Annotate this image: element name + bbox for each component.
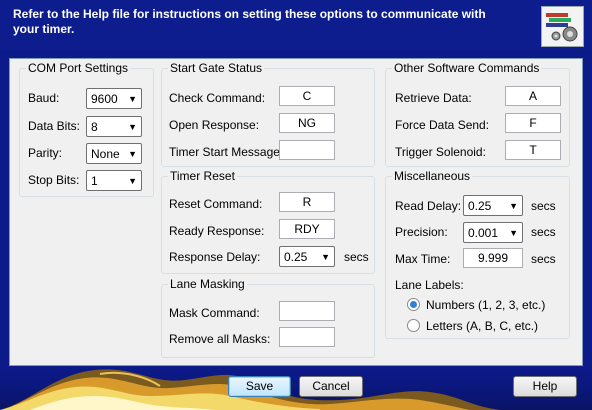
trigger-solenoid-label: Trigger Solenoid: xyxy=(395,145,486,159)
open-response-label: Open Response: xyxy=(169,118,260,132)
lane-labels-label: Lane Labels: xyxy=(395,278,464,292)
data-bits-value: 8 xyxy=(91,120,98,134)
start-gate-group: Start Gate Status Check Command: C Open … xyxy=(161,61,375,167)
ready-response-label: Ready Response: xyxy=(169,224,265,238)
response-delay-unit: secs xyxy=(344,250,369,264)
com-port-group: COM Port Settings Baud: 9600 ▼ Data Bits… xyxy=(19,61,154,197)
precision-label: Precision: xyxy=(395,225,448,239)
letters-radio[interactable] xyxy=(407,319,420,332)
ready-response-input[interactable]: RDY xyxy=(279,219,335,239)
response-delay-value: 0.25 xyxy=(284,250,308,264)
chevron-down-icon: ▼ xyxy=(509,201,518,211)
chevron-down-icon: ▼ xyxy=(509,228,518,238)
parity-value: None xyxy=(91,147,120,161)
trigger-solenoid-input[interactable]: T xyxy=(505,140,561,160)
cancel-button[interactable]: Cancel xyxy=(299,376,363,397)
stop-bits-value: 1 xyxy=(91,174,98,188)
response-delay-label: Response Delay: xyxy=(169,250,261,264)
other-commands-title: Other Software Commands xyxy=(392,61,542,75)
chevron-down-icon: ▼ xyxy=(128,94,137,104)
data-bits-select[interactable]: 8 ▼ xyxy=(86,116,142,137)
precision-unit: secs xyxy=(531,225,556,239)
baud-value: 9600 xyxy=(91,92,118,106)
timer-start-label: Timer Start Message: xyxy=(169,145,284,159)
radio-selected-dot xyxy=(410,301,417,308)
max-time-label: Max Time: xyxy=(395,252,451,266)
stop-bits-select[interactable]: 1 ▼ xyxy=(86,170,142,191)
other-commands-group: Other Software Commands Retrieve Data: A… xyxy=(385,61,570,167)
read-delay-value: 0.25 xyxy=(468,199,492,213)
timer-reset-group: Timer Reset Reset Command: R Ready Respo… xyxy=(161,169,375,274)
stop-bits-label: Stop Bits: xyxy=(28,173,80,187)
open-response-input[interactable]: NG xyxy=(279,113,335,133)
timer-start-input[interactable] xyxy=(279,140,335,160)
check-command-label: Check Command: xyxy=(169,91,266,105)
timer-settings-window: Refer to the Help file for instructions … xyxy=(0,0,592,410)
read-delay-label: Read Delay: xyxy=(395,199,462,213)
retrieve-data-input[interactable]: A xyxy=(505,86,561,106)
max-time-unit: secs xyxy=(531,252,556,266)
baud-label: Baud: xyxy=(28,91,60,105)
mask-command-input[interactable] xyxy=(279,301,335,321)
chevron-down-icon: ▼ xyxy=(128,149,137,159)
precision-select[interactable]: 0.001 ▼ xyxy=(463,222,523,243)
baud-select[interactable]: 9600 ▼ xyxy=(86,88,142,109)
com-port-title: COM Port Settings xyxy=(26,61,131,75)
lane-masking-title: Lane Masking xyxy=(168,277,247,291)
parity-label: Parity: xyxy=(28,146,63,160)
chevron-down-icon: ▼ xyxy=(128,122,137,132)
help-button[interactable]: Help xyxy=(513,376,577,397)
timer-settings-icon xyxy=(541,6,584,47)
numbers-option-label[interactable]: Numbers (1, 2, 3, etc.) xyxy=(426,298,545,312)
retrieve-data-label: Retrieve Data: xyxy=(395,91,472,105)
start-gate-title: Start Gate Status xyxy=(168,61,265,75)
instructions-text: Refer to the Help file for instructions … xyxy=(13,7,486,36)
letters-option-label[interactable]: Letters (A, B, C, etc.) xyxy=(426,319,538,333)
remove-masks-label: Remove all Masks: xyxy=(169,332,271,346)
read-delay-unit: secs xyxy=(531,199,556,213)
data-bits-label: Data Bits: xyxy=(28,119,81,133)
precision-value: 0.001 xyxy=(468,226,499,240)
chevron-down-icon: ▼ xyxy=(321,252,330,262)
numbers-radio[interactable] xyxy=(407,298,420,311)
force-send-input[interactable]: F xyxy=(505,113,561,133)
button-bar: Save Cancel Help xyxy=(0,366,592,410)
parity-select[interactable]: None ▼ xyxy=(86,143,142,164)
mask-command-label: Mask Command: xyxy=(169,306,260,320)
chevron-down-icon: ▼ xyxy=(128,176,137,186)
force-send-label: Force Data Send: xyxy=(395,118,490,132)
reset-command-label: Reset Command: xyxy=(169,197,263,211)
timer-reset-title: Timer Reset xyxy=(168,169,237,183)
settings-panel: COM Port Settings Baud: 9600 ▼ Data Bits… xyxy=(9,58,583,366)
remove-masks-input[interactable] xyxy=(279,327,335,347)
lane-masking-group: Lane Masking Mask Command: Remove all Ma… xyxy=(161,277,375,358)
flames-decoration xyxy=(0,369,500,410)
response-delay-select[interactable]: 0.25 ▼ xyxy=(279,246,335,267)
reset-command-input[interactable]: R xyxy=(279,192,335,212)
save-button[interactable]: Save xyxy=(228,376,291,397)
header-bar: Refer to the Help file for instructions … xyxy=(0,0,592,50)
check-command-input[interactable]: C xyxy=(279,86,335,106)
misc-title: Miscellaneous xyxy=(392,169,473,183)
misc-group: Miscellaneous Read Delay: 0.25 ▼ secs Pr… xyxy=(385,169,570,339)
read-delay-select[interactable]: 0.25 ▼ xyxy=(463,195,523,216)
max-time-input[interactable]: 9.999 xyxy=(463,248,523,268)
